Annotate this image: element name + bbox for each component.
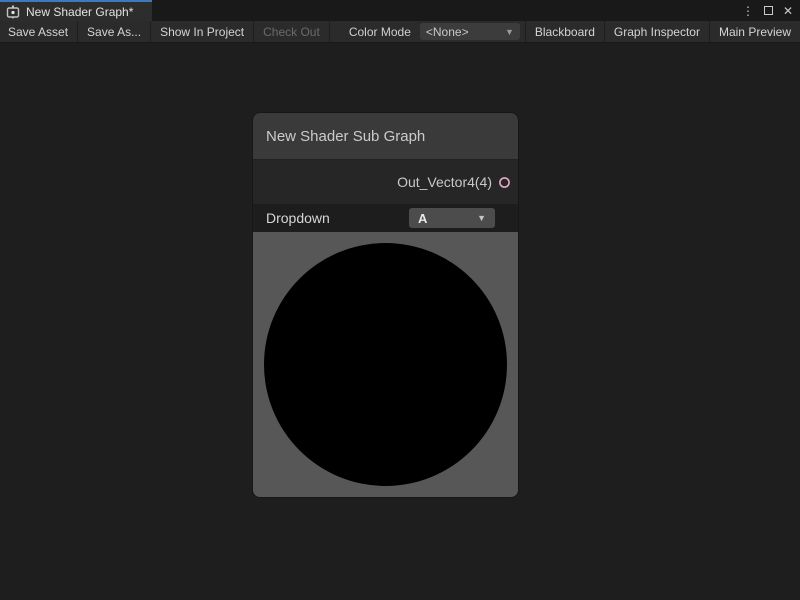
- chevron-down-icon: ▼: [505, 27, 514, 37]
- dropdown-value-select[interactable]: A ▼: [409, 208, 495, 228]
- graph-inspector-button[interactable]: Graph Inspector: [604, 21, 709, 42]
- tab-bar: New Shader Graph* ⋮ ✕: [0, 0, 800, 21]
- window-controls: ⋮ ✕: [740, 0, 796, 21]
- chevron-down-icon: ▼: [477, 213, 486, 223]
- show-in-project-button[interactable]: Show In Project: [151, 21, 254, 42]
- color-mode-group: Color Mode <None> ▼: [349, 21, 525, 42]
- dropdown-property-row: Dropdown A ▼: [253, 204, 518, 232]
- output-port-row: Out_Vector4(4): [253, 160, 518, 204]
- subgraph-output-node[interactable]: New Shader Sub Graph Out_Vector4(4) Drop…: [253, 113, 518, 497]
- close-icon[interactable]: ✕: [780, 3, 796, 19]
- node-preview-area: [253, 232, 518, 497]
- blackboard-button[interactable]: Blackboard: [525, 21, 604, 42]
- color-mode-label: Color Mode: [349, 25, 411, 39]
- preview-sphere: [264, 243, 507, 486]
- toolbar-spacer: [330, 21, 349, 42]
- toolbar: Save Asset Save As... Show In Project Ch…: [0, 21, 800, 43]
- node-title: New Shader Sub Graph: [266, 128, 425, 145]
- dropdown-property-label: Dropdown: [266, 210, 330, 226]
- check-out-button: Check Out: [254, 21, 330, 42]
- color-mode-dropdown[interactable]: <None> ▼: [420, 23, 520, 40]
- shader-graph-icon: [6, 5, 20, 19]
- color-mode-value: <None>: [426, 25, 469, 39]
- maximize-glyph: [764, 6, 773, 15]
- dropdown-selected-value: A: [418, 211, 427, 226]
- output-port-label: Out_Vector4(4): [397, 174, 492, 190]
- tab-new-shader-graph[interactable]: New Shader Graph*: [0, 0, 152, 21]
- save-as-button[interactable]: Save As...: [78, 21, 151, 42]
- save-asset-button[interactable]: Save Asset: [0, 21, 78, 42]
- tab-title: New Shader Graph*: [26, 5, 133, 19]
- node-title-bar[interactable]: New Shader Sub Graph: [253, 113, 518, 160]
- main-preview-button[interactable]: Main Preview: [709, 21, 800, 42]
- vector4-port-icon[interactable]: [498, 176, 511, 189]
- menu-icon[interactable]: ⋮: [740, 3, 756, 19]
- maximize-icon[interactable]: [760, 3, 776, 19]
